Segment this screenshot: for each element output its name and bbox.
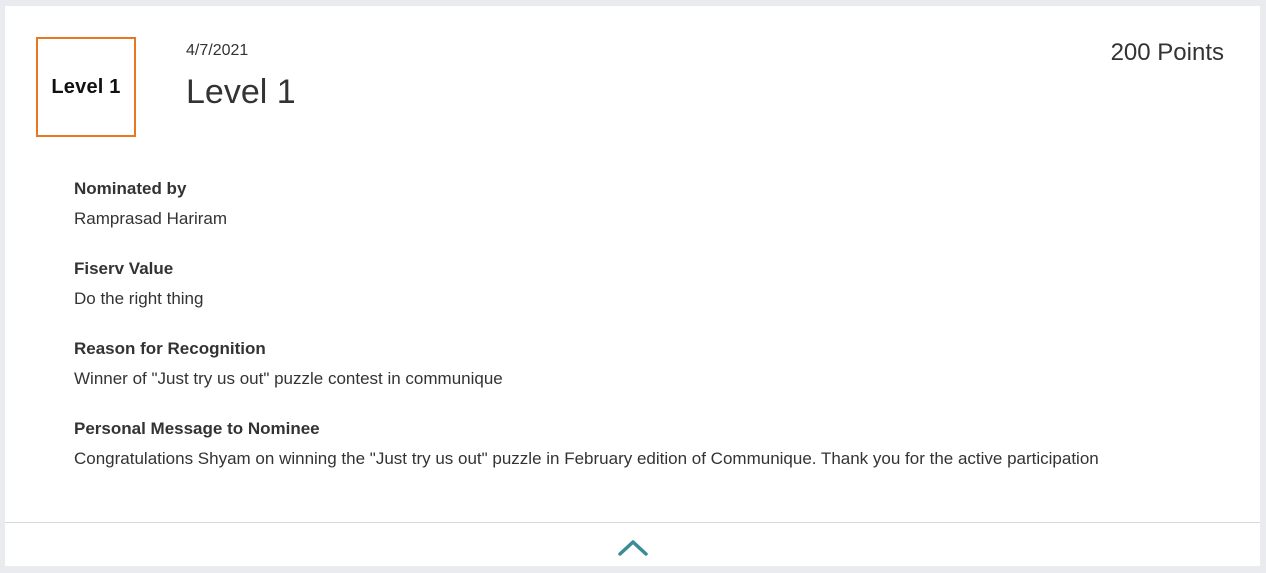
- chevron-up-icon: [618, 540, 648, 556]
- field-label: Personal Message to Nominee: [74, 419, 320, 438]
- field-nominated-by: Nominated by Ramprasad Hariram: [74, 178, 1224, 258]
- award-date: 4/7/2021: [186, 42, 249, 59]
- field-value: Ramprasad Hariram: [74, 209, 228, 228]
- field-label: Nominated by: [74, 179, 187, 198]
- field-value: Do the right thing: [74, 289, 204, 308]
- field-value: Winner of "Just try us out" puzzle conte…: [74, 369, 503, 388]
- field-personal-message: Personal Message to Nominee Congratulati…: [74, 418, 1224, 498]
- field-value: Congratulations Shyam on winning the "Ju…: [74, 449, 1099, 468]
- level-badge: Level 1: [36, 37, 136, 137]
- award-title: Level 1: [186, 73, 296, 111]
- award-card: Level 1 4/7/2021 Level 1 200 Points Nomi…: [5, 6, 1260, 566]
- field-label: Reason for Recognition: [74, 339, 266, 358]
- field-label: Fiserv Value: [74, 259, 174, 278]
- field-reason: Reason for Recognition Winner of "Just t…: [74, 338, 1224, 418]
- divider: [5, 522, 1260, 523]
- collapse-button[interactable]: [613, 532, 653, 562]
- field-fiserv-value: Fiserv Value Do the right thing: [74, 258, 1224, 338]
- award-details: Nominated by Ramprasad Hariram Fiserv Va…: [74, 178, 1224, 498]
- level-badge-label: Level 1: [51, 75, 121, 98]
- award-points: 200 Points: [1110, 39, 1224, 66]
